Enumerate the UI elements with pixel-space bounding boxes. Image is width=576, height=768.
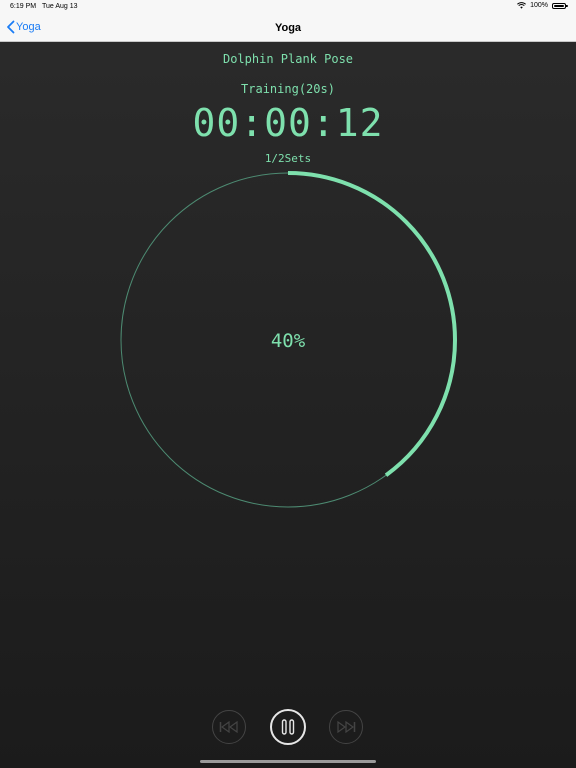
- status-time: 6:19 PM: [10, 3, 37, 10]
- playback-controls: [0, 709, 576, 745]
- navigation-bar: Yoga Yoga: [0, 14, 576, 42]
- sets-counter: 1/2Sets: [264, 152, 312, 165]
- progress-percent: 40%: [270, 330, 306, 352]
- status-bar: 6:19 PM Tue Aug 13 100%: [0, 0, 576, 14]
- status-date: Tue Aug 13: [42, 3, 78, 10]
- countdown-timer: 00:00:12: [192, 101, 384, 145]
- pause-icon: [281, 719, 295, 735]
- pose-name: Dolphin Plank Pose: [222, 52, 354, 66]
- next-button[interactable]: [329, 710, 363, 744]
- wifi-icon: [517, 2, 527, 9]
- pause-button[interactable]: [270, 709, 306, 745]
- previous-button[interactable]: [212, 710, 246, 744]
- battery-icon: [552, 2, 568, 9]
- phase-label: Training(20s): [241, 82, 335, 96]
- status-right: 100%: [517, 2, 568, 9]
- home-indicator: [200, 760, 376, 763]
- battery-percent: 100%: [530, 2, 548, 9]
- nav-title: Yoga: [274, 22, 302, 34]
- next-icon: [337, 721, 356, 733]
- previous-icon: [219, 721, 238, 733]
